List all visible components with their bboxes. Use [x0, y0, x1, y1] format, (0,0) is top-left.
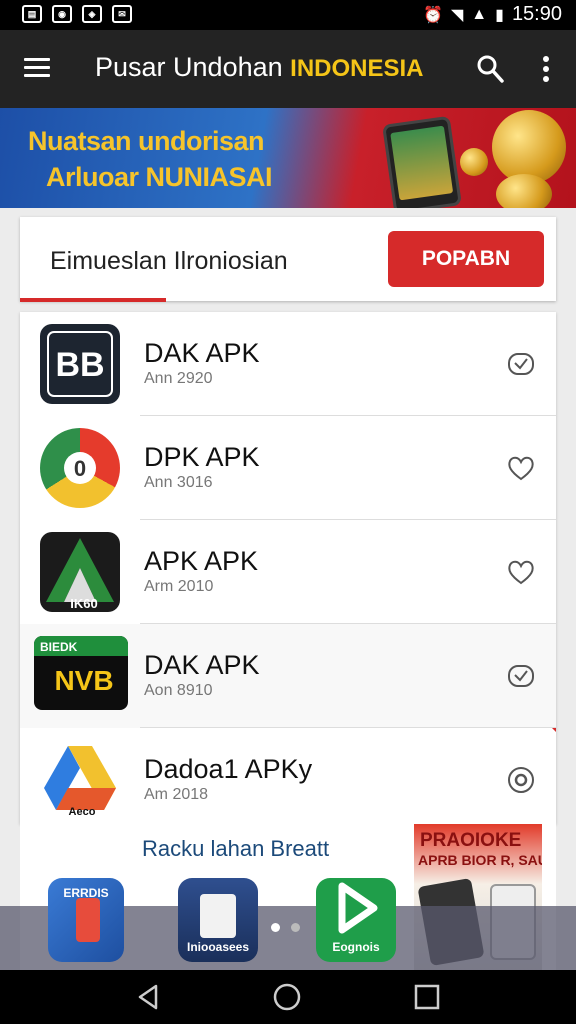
- coin-image: [496, 174, 552, 208]
- banner-line-2: Arluoar NUNIASAI: [46, 162, 273, 192]
- recents-icon[interactable]: [412, 982, 442, 1012]
- heart-icon[interactable]: [506, 453, 536, 483]
- svg-text:Aeco: Aeco: [69, 806, 96, 818]
- location-icon: ◉: [52, 5, 72, 23]
- section-title: Eimueslan Ilroniosian: [50, 247, 288, 275]
- list-item[interactable]: Aeco Dadoa1 APKy Am 2018: [20, 728, 556, 824]
- app-logo: Aeco: [40, 740, 120, 820]
- navigation-bar: [0, 970, 576, 1024]
- check-badge-icon[interactable]: [506, 661, 536, 691]
- play-icon: [338, 882, 378, 934]
- svg-text:0: 0: [74, 456, 86, 481]
- app-name: DAK APK: [144, 338, 260, 368]
- app-title-accent: INDONESIA: [290, 55, 424, 82]
- app-name: DAK APK: [144, 650, 260, 680]
- app-title: Pusar Undohan INDONESIA: [95, 52, 424, 83]
- nvb-logo-icon: BIEDK NVB: [34, 636, 128, 696]
- list-item[interactable]: IK60 APK APK Arm 2010: [20, 520, 556, 624]
- dock-app-glyph: [76, 898, 100, 942]
- app-list: BB DAK APK Ann 2920 0 DPK APK Ann 3016 I…: [20, 312, 556, 824]
- menu-icon[interactable]: [24, 58, 50, 78]
- heart-icon[interactable]: [506, 557, 536, 587]
- wifi-icon: ◥: [450, 6, 464, 24]
- signal-icon: ▲: [471, 5, 488, 23]
- status-time: 15:90: [511, 3, 562, 25]
- app-title-text: Pusar Undohan: [95, 52, 283, 82]
- app-meta: Ann 2920: [144, 370, 213, 387]
- app-name: APK APK: [144, 546, 259, 576]
- phone-image: [382, 115, 462, 208]
- app-logo: 0: [40, 428, 120, 508]
- svg-text:BB: BB: [55, 346, 104, 384]
- svg-text:NVB: NVB: [54, 665, 113, 696]
- dock-app-label: ERRDIS: [63, 886, 109, 900]
- page-indicator-active: [271, 923, 280, 932]
- popular-button[interactable]: POPABN: [388, 231, 544, 287]
- dock-app-glyph: [200, 894, 236, 938]
- radio-icon[interactable]: [506, 765, 536, 795]
- app-logo: BIEDK NVB: [34, 636, 128, 710]
- notification-icon: ▤: [22, 5, 42, 23]
- app-logo: BB: [40, 324, 120, 404]
- dock-app-2[interactable]: Iniooasees: [178, 878, 258, 962]
- list-item[interactable]: BB DAK APK Ann 2920: [20, 312, 556, 416]
- app-notification-icon: ◈: [82, 5, 102, 23]
- page-indicator: [291, 923, 300, 932]
- banner-line-1: Nuatsan undorisan: [28, 126, 265, 156]
- dock-app-label: Iniooasees: [186, 940, 250, 954]
- promo-banner[interactable]: Nuatsan undorisan Arluoar NUNIASAI: [0, 108, 576, 208]
- promo-line-1: PRAOIOKE: [420, 830, 522, 851]
- home-icon[interactable]: [272, 982, 302, 1012]
- coin-image: [492, 110, 566, 184]
- apk-logo-icon: IK60: [46, 538, 114, 611]
- svg-text:BIEDK: BIEDK: [40, 640, 78, 654]
- app-meta: Aon 8910: [144, 682, 213, 699]
- drive-triangle-logo-icon: Aeco: [44, 746, 116, 818]
- app-name: Dadoa1 APKy: [144, 754, 313, 784]
- app-meta: Arm 2010: [144, 578, 214, 595]
- status-bar: ▤ ◉ ◈ ✉ ⏰ ◥ ▲ ▮ 15:90: [0, 0, 576, 30]
- recommendation-title: Racku lahan Breatt: [142, 836, 330, 861]
- list-item[interactable]: 0 DPK APK Ann 3016: [20, 416, 556, 520]
- alarm-icon: ⏰: [423, 6, 443, 24]
- battery-icon: ▮: [495, 6, 504, 24]
- back-icon[interactable]: [134, 982, 164, 1012]
- drive-logo-icon: 0: [64, 452, 96, 484]
- tab-indicator: [20, 298, 166, 302]
- bb-logo-icon: BB: [47, 331, 113, 397]
- section-header: Eimueslan Ilroniosian POPABN: [20, 217, 556, 302]
- more-options-icon[interactable]: [543, 56, 551, 84]
- dock-app-label: Eognois: [332, 940, 380, 954]
- coin-image: [460, 148, 488, 176]
- search-icon[interactable]: [476, 54, 504, 84]
- app-name: DPK APK: [144, 442, 260, 472]
- list-item[interactable]: BIEDK NVB DAK APK Aon 8910: [20, 624, 556, 728]
- app-bar: Pusar Undohan INDONESIA: [0, 30, 576, 108]
- app-logo: IK60: [40, 532, 120, 612]
- mail-icon: ✉: [112, 5, 132, 23]
- dock-app-1[interactable]: ERRDIS: [48, 878, 124, 962]
- dock-app-3[interactable]: Eognois: [316, 878, 396, 962]
- svg-text:IK60: IK60: [70, 596, 97, 611]
- promo-line-2: APRB BIOR R, SAU: [418, 852, 542, 868]
- app-meta: Ann 3016: [144, 474, 213, 491]
- check-badge-icon[interactable]: [506, 349, 536, 379]
- app-meta: Am 2018: [144, 786, 209, 803]
